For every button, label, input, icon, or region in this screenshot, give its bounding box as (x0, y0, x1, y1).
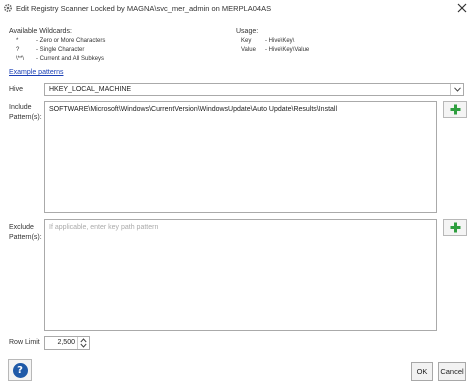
hive-selected-value: HKEY_LOCAL_MACHINE (49, 86, 132, 93)
include-patterns-value: SOFTWARE\Microsoft\Windows\CurrentVersio… (49, 106, 338, 113)
usage-key: Value (241, 47, 256, 53)
include-patterns-field[interactable]: SOFTWARE\Microsoft\Windows\CurrentVersio… (44, 101, 437, 213)
usage-value: - Hive\Key\Value (265, 47, 310, 53)
exclude-patterns-placeholder: If applicable, enter key path pattern (49, 224, 159, 231)
wildcard-symbol: ? (16, 47, 20, 53)
wildcard-symbol: \**\ (16, 56, 25, 62)
include-label-line1: Include (9, 104, 32, 111)
row-limit-value: 2,500 (57, 339, 75, 346)
chevron-down-icon[interactable] (450, 84, 463, 95)
include-label: Include Pattern(s): (9, 103, 42, 123)
ok-button[interactable]: OK (411, 362, 433, 381)
plus-icon (450, 222, 460, 233)
include-label-line2: Pattern(s): (9, 114, 42, 121)
example-patterns-link[interactable]: Example patterns (9, 69, 63, 76)
add-include-pattern-button[interactable] (443, 101, 467, 118)
plus-icon (450, 104, 460, 115)
cancel-button[interactable]: Cancel (438, 362, 466, 381)
title-bar: Edit Registry Scanner Locked by MAGNA\sv… (0, 0, 474, 16)
wildcard-description: - Zero or More Characters (36, 38, 106, 44)
hive-label: Hive (9, 86, 24, 93)
wildcard-description: - Current and All Subkeys (36, 56, 105, 62)
wildcard-description: - Single Character (36, 47, 85, 53)
add-exclude-pattern-button[interactable] (443, 219, 467, 236)
usage-value: - Hive\Key\ (265, 38, 295, 44)
row-limit-label: Row Limit (9, 339, 40, 346)
help-button[interactable]: ? (8, 359, 32, 381)
row-limit-spinner (77, 337, 89, 349)
exclude-patterns-field[interactable]: If applicable, enter key path pattern (44, 219, 437, 331)
usage-title: Usage: (236, 28, 259, 35)
exclude-label-line1: Exclude (9, 224, 34, 231)
help-icon: ? (12, 362, 28, 378)
wildcards-title: Available Wildcards: (9, 28, 72, 35)
hive-select[interactable]: HKEY_LOCAL_MACHINE (44, 83, 464, 96)
exclude-label-line2: Pattern(s): (9, 234, 42, 241)
window-title: Edit Registry Scanner Locked by MAGNA\sv… (16, 4, 272, 13)
wildcard-symbol: * (16, 38, 19, 44)
exclude-label: Exclude Pattern(s): (9, 223, 42, 243)
row-limit-stepper[interactable]: 2,500 (44, 336, 90, 350)
usage-key: Key (241, 38, 252, 44)
close-icon[interactable] (456, 2, 468, 14)
chevron-down-icon[interactable] (80, 343, 87, 348)
gear-icon (3, 3, 13, 13)
